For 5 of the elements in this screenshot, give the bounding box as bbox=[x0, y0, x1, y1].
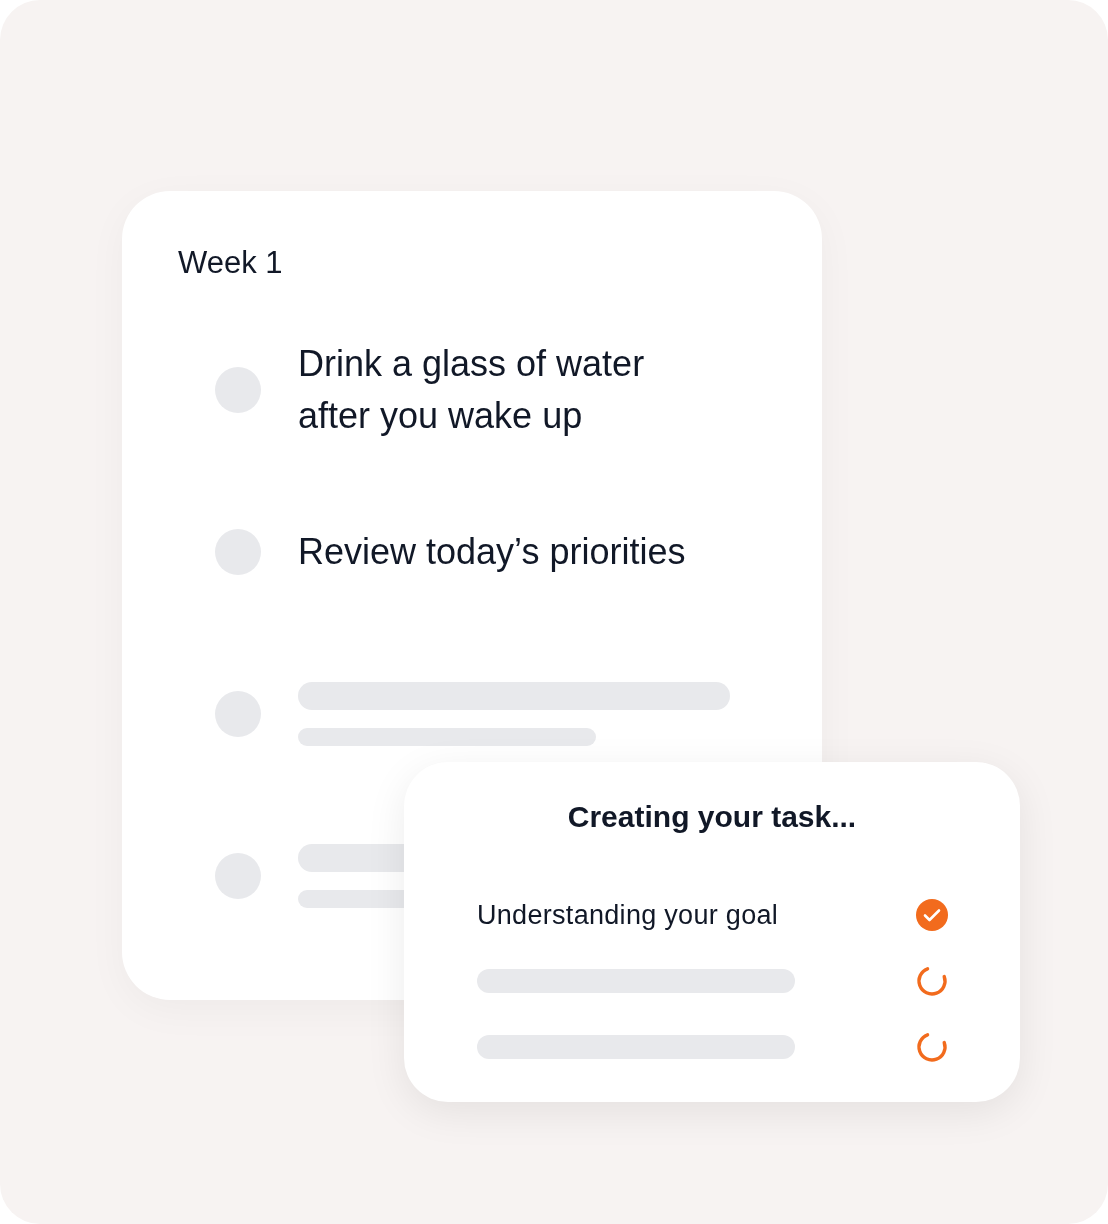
progress-title: Creating your task... bbox=[567, 799, 857, 835]
task-text: Review today’s priorities bbox=[298, 530, 687, 574]
step-text: Understanding your goal bbox=[477, 898, 779, 932]
week-title: Week 1 bbox=[178, 244, 283, 282]
task-text: Drink a glass of water after you wake up bbox=[298, 342, 646, 438]
